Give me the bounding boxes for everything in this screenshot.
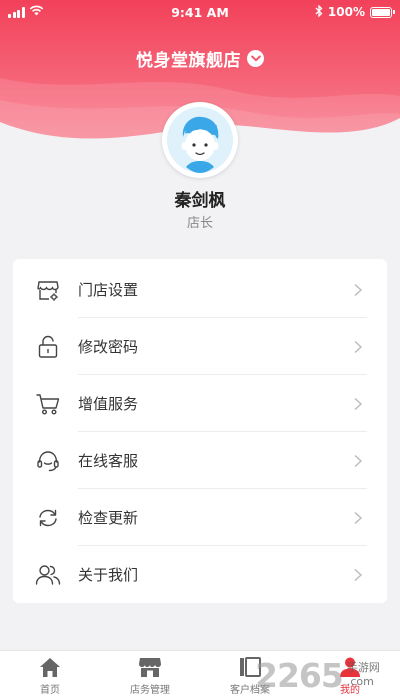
tab-home[interactable]: 首页 [0, 651, 100, 700]
menu-item-store-settings[interactable]: 门店设置 [13, 261, 387, 318]
chevron-right-icon [354, 454, 363, 467]
tab-customer-records[interactable]: 客户档案 [200, 651, 300, 700]
signal-icon [8, 6, 25, 18]
chevron-right-icon [354, 568, 363, 581]
menu-item-about-us[interactable]: 关于我们 [13, 546, 387, 603]
tab-bar: 首页 店务管理 客户档案 我的 [0, 650, 400, 700]
menu-item-label: 门店设置 [78, 281, 139, 299]
menu-item-label: 在线客服 [78, 452, 139, 470]
tab-store-management[interactable]: 店务管理 [100, 651, 200, 700]
chevron-right-icon [354, 340, 363, 353]
home-icon [38, 655, 62, 679]
profile-card-icon [238, 655, 262, 679]
battery-percent: 100% [327, 5, 365, 19]
status-bar: 9:41 AM 100% [0, 0, 400, 24]
chevron-right-icon [354, 511, 363, 524]
menu-item-label: 检查更新 [78, 509, 139, 527]
avatar[interactable] [162, 102, 238, 178]
battery-icon [370, 6, 395, 18]
tab-label: 店务管理 [130, 685, 170, 696]
menu-item-online-service[interactable]: 在线客服 [13, 432, 387, 489]
menu-item-check-update[interactable]: 检查更新 [13, 489, 387, 546]
cart-icon [35, 391, 61, 417]
menu-item-value-added-services[interactable]: 增值服务 [13, 375, 387, 432]
lock-icon [35, 334, 61, 360]
user-role: 店长 [186, 216, 213, 231]
tab-label: 首页 [40, 685, 60, 696]
chevron-down-icon [247, 50, 264, 67]
refresh-icon [35, 505, 61, 531]
bluetooth-icon [315, 3, 323, 20]
chevron-right-icon [354, 397, 363, 410]
menu-item-change-password[interactable]: 修改密码 [13, 318, 387, 375]
avatar-boy-icon [167, 107, 233, 173]
menu-card: 门店设置 修改密码 增值服务 在线客服 检查更新 关于我们 [13, 259, 387, 603]
store-name: 悦身堂旗舰店 [136, 51, 241, 71]
tab-label: 我的 [340, 685, 360, 696]
user-icon [338, 655, 362, 679]
menu-item-label: 修改密码 [78, 338, 139, 356]
chevron-right-icon [354, 283, 363, 296]
store-switcher[interactable]: 悦身堂旗舰店 [0, 46, 400, 71]
user-name: 秦剑枫 [174, 191, 226, 211]
tab-label: 客户档案 [230, 685, 270, 696]
status-time: 9:41 AM [171, 4, 229, 20]
tab-mine[interactable]: 我的 [300, 651, 400, 700]
menu-item-label: 关于我们 [78, 566, 139, 584]
users-icon [35, 562, 61, 588]
wifi-icon [29, 5, 44, 19]
headset-icon [35, 448, 61, 474]
shop-icon [138, 655, 162, 679]
store-settings-icon [35, 277, 61, 303]
menu-item-label: 增值服务 [78, 395, 139, 413]
